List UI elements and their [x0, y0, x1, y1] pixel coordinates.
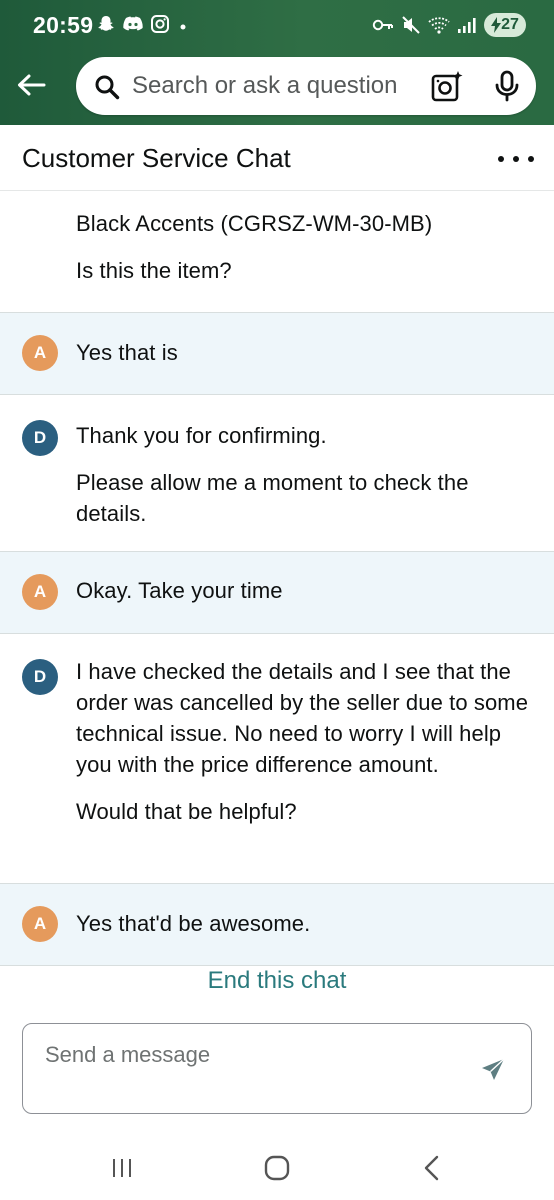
message-text: Black Accents (CGRSZ-WM-30-MB) — [76, 211, 433, 236]
battery-indicator: 27 — [484, 13, 526, 37]
camera-search-icon[interactable] — [430, 69, 464, 103]
more-dot-icon — [528, 156, 534, 162]
app-header: 20:59 27 Search or ask a question — [0, 0, 554, 125]
message-text: Okay. Take your time — [76, 578, 283, 603]
arrow-left-icon — [18, 74, 46, 96]
wifi-icon — [428, 17, 450, 34]
status-bar: 20:59 27 — [0, 0, 554, 50]
back-nav-icon[interactable] — [423, 1155, 441, 1181]
customer-avatar: A — [22, 906, 58, 942]
message-text: Yes that is — [76, 340, 178, 365]
status-time: 20:59 — [33, 12, 94, 38]
chat-message-agent: Black Accents (CGRSZ-WM-30-MB) Is this t… — [0, 192, 554, 313]
chat-title-bar: Customer Service Chat — [0, 125, 554, 191]
more-dot-icon — [498, 156, 504, 162]
customer-avatar: A — [22, 335, 58, 371]
battery-level: 27 — [501, 16, 519, 33]
chat-message-customer: A Okay. Take your time — [0, 552, 554, 634]
message-text: Yes that'd be awesome. — [76, 911, 311, 936]
microphone-icon[interactable] — [493, 70, 521, 102]
chat-message-customer: A Yes that'd be awesome. — [0, 884, 554, 966]
chat-message-agent: D Thank you for confirming. Please allow… — [0, 395, 554, 552]
send-icon[interactable] — [479, 1056, 507, 1084]
customer-avatar: A — [22, 574, 58, 610]
recent-apps-icon[interactable] — [109, 1157, 135, 1179]
status-left-icons — [96, 14, 190, 34]
system-navigation-bar — [0, 1135, 554, 1200]
search-icon — [95, 75, 120, 100]
message-input[interactable]: Send a message — [22, 1023, 532, 1114]
home-icon[interactable] — [264, 1155, 290, 1181]
end-chat-link[interactable]: End this chat — [0, 965, 554, 999]
signal-icon — [458, 18, 476, 33]
message-text: Thank you for confirming. — [76, 423, 327, 448]
chat-transcript: Black Accents (CGRSZ-WM-30-MB) Is this t… — [0, 192, 554, 966]
message-text: I have checked the details and I see tha… — [76, 659, 529, 777]
agent-avatar: D — [22, 420, 58, 456]
message-placeholder: Send a message — [45, 1042, 211, 1067]
search-input[interactable]: Search or ask a question — [76, 57, 536, 115]
snapchat-icon — [98, 16, 114, 31]
message-text: Is this the item? — [76, 258, 232, 283]
instagram-icon — [151, 15, 169, 33]
mute-icon — [402, 16, 420, 34]
status-right-icons: 27 — [372, 13, 526, 37]
more-options-button[interactable] — [498, 145, 534, 173]
key-icon — [372, 19, 393, 31]
chat-message-customer: A Yes that is — [0, 313, 554, 395]
search-placeholder: Search or ask a question — [132, 72, 398, 99]
charging-bolt-icon — [491, 17, 502, 33]
discord-icon — [123, 16, 143, 31]
message-text: Please allow me a moment to check the de… — [76, 470, 469, 526]
more-dot-icon — [513, 156, 519, 162]
dot-icon — [180, 24, 186, 30]
back-button[interactable] — [14, 68, 48, 102]
page-title: Customer Service Chat — [22, 143, 291, 173]
message-text: Would that be helpful? — [76, 799, 297, 824]
agent-avatar: D — [22, 659, 58, 695]
chat-message-agent: D I have checked the details and I see t… — [0, 634, 554, 884]
